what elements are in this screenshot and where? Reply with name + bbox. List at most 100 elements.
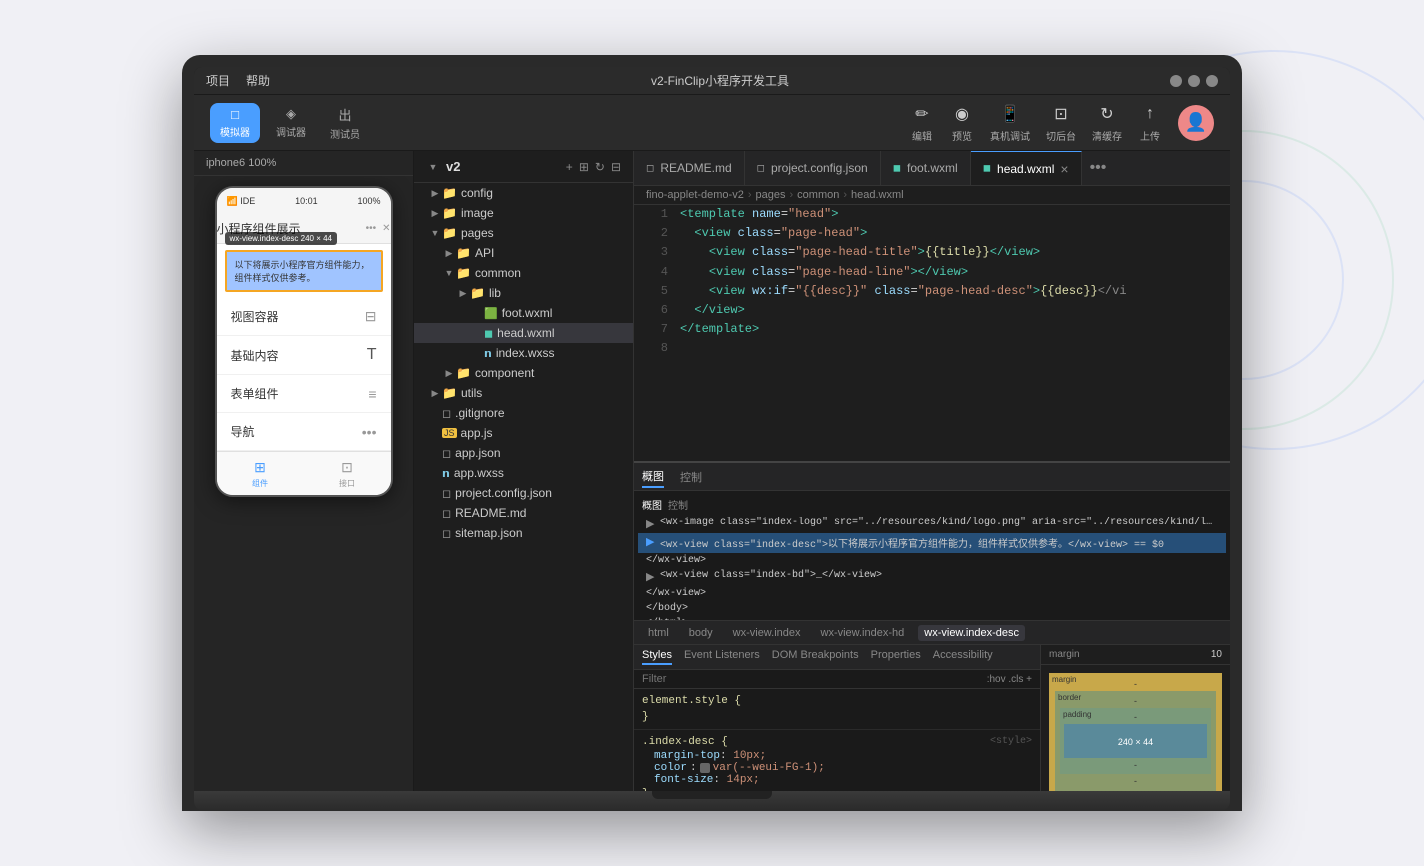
api-nav-label: 接口 <box>339 478 355 489</box>
preview-icon: ◉ <box>950 102 974 126</box>
style-tab-accessibility[interactable]: Accessibility <box>933 649 993 665</box>
simulator-panel: iphone6 100% 📶 IDE 10:01 100% 小程序组件展示 ••… <box>194 151 414 791</box>
tree-item-foot-wxml[interactable]: 🟩 foot.wxml <box>414 303 633 323</box>
menu-item-project[interactable]: 项目 <box>206 72 230 89</box>
tab-project-config[interactable]: ◻ project.config.json <box>745 151 881 186</box>
box-padding-layer: padding - 240 × 44 <box>1060 708 1211 774</box>
tree-item-gitignore[interactable]: ◻ .gitignore <box>414 403 633 423</box>
collapse-icon[interactable]: ⊟ <box>611 160 621 174</box>
border-bottom-row: - <box>1060 776 1211 786</box>
background-action[interactable]: ⊡ 切后台 <box>1046 102 1076 143</box>
pages-label: pages <box>461 226 494 240</box>
tree-item-readme[interactable]: ◻ README.md <box>414 503 633 523</box>
code-line-1: 1 <template name="head"> <box>634 205 1230 224</box>
clear-cache-action[interactable]: ↻ 清缓存 <box>1092 102 1122 143</box>
style-tab-styles[interactable]: Styles <box>642 649 672 665</box>
box-model-visual: margin - border <box>1041 665 1230 791</box>
simulator-btn[interactable]: □ 模拟器 <box>210 103 260 143</box>
phone-menu-icon-4: ••• <box>362 424 377 440</box>
tree-item-head-wxml[interactable]: ◼ head.wxml <box>414 323 633 343</box>
tester-btn[interactable]: 出 测试员 <box>322 101 368 145</box>
tree-item-utils[interactable]: ▶ 📁 utils <box>414 383 633 403</box>
debugger-label: 调试器 <box>276 124 306 139</box>
style-tabs-bar: Styles Event Listeners DOM Breakpoints P… <box>634 645 1040 670</box>
tree-item-pages[interactable]: ▼ 📁 pages <box>414 223 633 243</box>
tree-item-app-wxss[interactable]: 𝗻 app.wxss <box>414 463 633 483</box>
debugger-btn[interactable]: ◈ 调试器 <box>268 102 314 143</box>
new-file-icon[interactable]: + <box>566 160 573 174</box>
user-avatar[interactable]: 👤 <box>1178 105 1214 141</box>
code-line-7: 7 </template> <box>634 320 1230 339</box>
readme-label: README.md <box>455 506 526 520</box>
edit-label: 编辑 <box>912 128 932 143</box>
source-line-5: </wx-view> <box>638 586 1226 601</box>
preview-action[interactable]: ◉ 预览 <box>950 102 974 143</box>
app-js-label: app.js <box>461 426 493 440</box>
tree-item-project-config[interactable]: ◻ project.config.json <box>414 483 633 503</box>
devtools-tab-overview[interactable]: 概图 <box>642 466 664 488</box>
file-tree-scroll: ▶ 📁 config ▶ 📁 image ▼ <box>414 183 633 791</box>
source-line-4: ▶ <wx-view class="index-bd">_</wx-view> <box>638 568 1226 586</box>
style-decl-margin-top: margin-top: 10px; <box>634 750 1040 762</box>
component-label: component <box>475 366 534 380</box>
window-controls <box>1170 75 1218 87</box>
close-btn[interactable] <box>1206 75 1218 87</box>
style-tab-dom-breakpoints[interactable]: DOM Breakpoints <box>772 649 859 665</box>
style-tab-properties[interactable]: Properties <box>871 649 921 665</box>
border-bottom-val: - <box>1134 776 1137 786</box>
el-tab-body[interactable]: body <box>683 625 719 641</box>
sitemap-label: sitemap.json <box>455 526 522 540</box>
styles-filter-input[interactable] <box>642 673 987 685</box>
tab-readme[interactable]: ◻ README.md <box>634 151 745 186</box>
breadcrumb-pages: pages <box>756 189 786 201</box>
app-title: v2-FinClip小程序开发工具 <box>286 72 1154 89</box>
tab-close-head[interactable]: × <box>1060 162 1068 176</box>
el-tab-wx-view-index-hd[interactable]: wx-view.index-hd <box>815 625 911 641</box>
phone-menu-item-2[interactable]: 基础内容 T <box>217 336 391 375</box>
device-debug-action[interactable]: 📱 真机调试 <box>990 102 1030 143</box>
tree-item-index-wxss[interactable]: 𝗻 index.wxss <box>414 343 633 363</box>
tree-item-sitemap[interactable]: ◻ sitemap.json <box>414 523 633 543</box>
preview-label: 预览 <box>952 128 972 143</box>
tree-item-image[interactable]: ▶ 📁 image <box>414 203 633 223</box>
tree-item-app-json[interactable]: ◻ app.json <box>414 443 633 463</box>
el-tab-wx-view-index[interactable]: wx-view.index <box>727 625 807 641</box>
tab-more-btn[interactable]: ••• <box>1082 159 1115 177</box>
refresh-icon[interactable]: ↻ <box>595 160 605 174</box>
tree-item-app-js[interactable]: JS app.js <box>414 423 633 443</box>
phone-menu-item-3[interactable]: 表单组件 ≡ <box>217 375 391 413</box>
phone-container: 📶 IDE 10:01 100% 小程序组件展示 ••• ✕ wx-vie <box>194 176 413 791</box>
maximize-btn[interactable] <box>1188 75 1200 87</box>
menu-item-help[interactable]: 帮助 <box>246 72 270 89</box>
phone-nav-components[interactable]: ⊞ 组件 <box>217 452 304 495</box>
phone-signal: 📶 IDE <box>227 196 256 207</box>
phone-status-bar: 📶 IDE 10:01 100% <box>217 188 391 214</box>
minimize-btn[interactable] <box>1170 75 1182 87</box>
tab-foot-wxml[interactable]: ◼ foot.wxml <box>881 151 971 186</box>
upload-action[interactable]: ↑ 上传 <box>1138 102 1162 143</box>
background-icon: ⊡ <box>1049 102 1073 126</box>
tree-item-common[interactable]: ▼ 📁 common <box>414 263 633 283</box>
el-tab-html[interactable]: html <box>642 625 675 641</box>
phone-nav-api[interactable]: ⊡ 接口 <box>304 452 391 495</box>
phone-menu-icon-2: T <box>367 346 377 364</box>
tree-item-component[interactable]: ▶ 📁 component <box>414 363 633 383</box>
editor-and-devtools: ◻ README.md ◻ project.config.json ◼ foot… <box>634 151 1230 791</box>
tree-item-lib[interactable]: ▶ 📁 lib <box>414 283 633 303</box>
pseudo-filter[interactable]: :hov .cls + <box>987 674 1032 685</box>
edit-action[interactable]: ✏ 编辑 <box>910 102 934 143</box>
tree-item-config[interactable]: ▶ 📁 config <box>414 183 633 203</box>
breadcrumb-common: common <box>797 189 839 201</box>
new-folder-icon[interactable]: ⊞ <box>579 160 589 174</box>
code-editor[interactable]: 1 <template name="head"> 2 <view class="… <box>634 205 1230 461</box>
tree-item-api[interactable]: ▶ 📁 API <box>414 243 633 263</box>
border-top-row: - <box>1060 696 1211 706</box>
devtools-tab-control[interactable]: 控制 <box>680 467 702 487</box>
phone-menu-item-4[interactable]: 导航 ••• <box>217 413 391 451</box>
phone-menu-item-1[interactable]: 视图容器 ⊟ <box>217 298 391 336</box>
phone-menu-icon-1: ⊟ <box>365 308 377 325</box>
style-tab-event-listeners[interactable]: Event Listeners <box>684 649 760 665</box>
el-tab-wx-view-index-desc[interactable]: wx-view.index-desc <box>918 625 1025 641</box>
config-label: config <box>461 186 493 200</box>
tab-head-wxml[interactable]: ◼ head.wxml × <box>971 151 1082 186</box>
